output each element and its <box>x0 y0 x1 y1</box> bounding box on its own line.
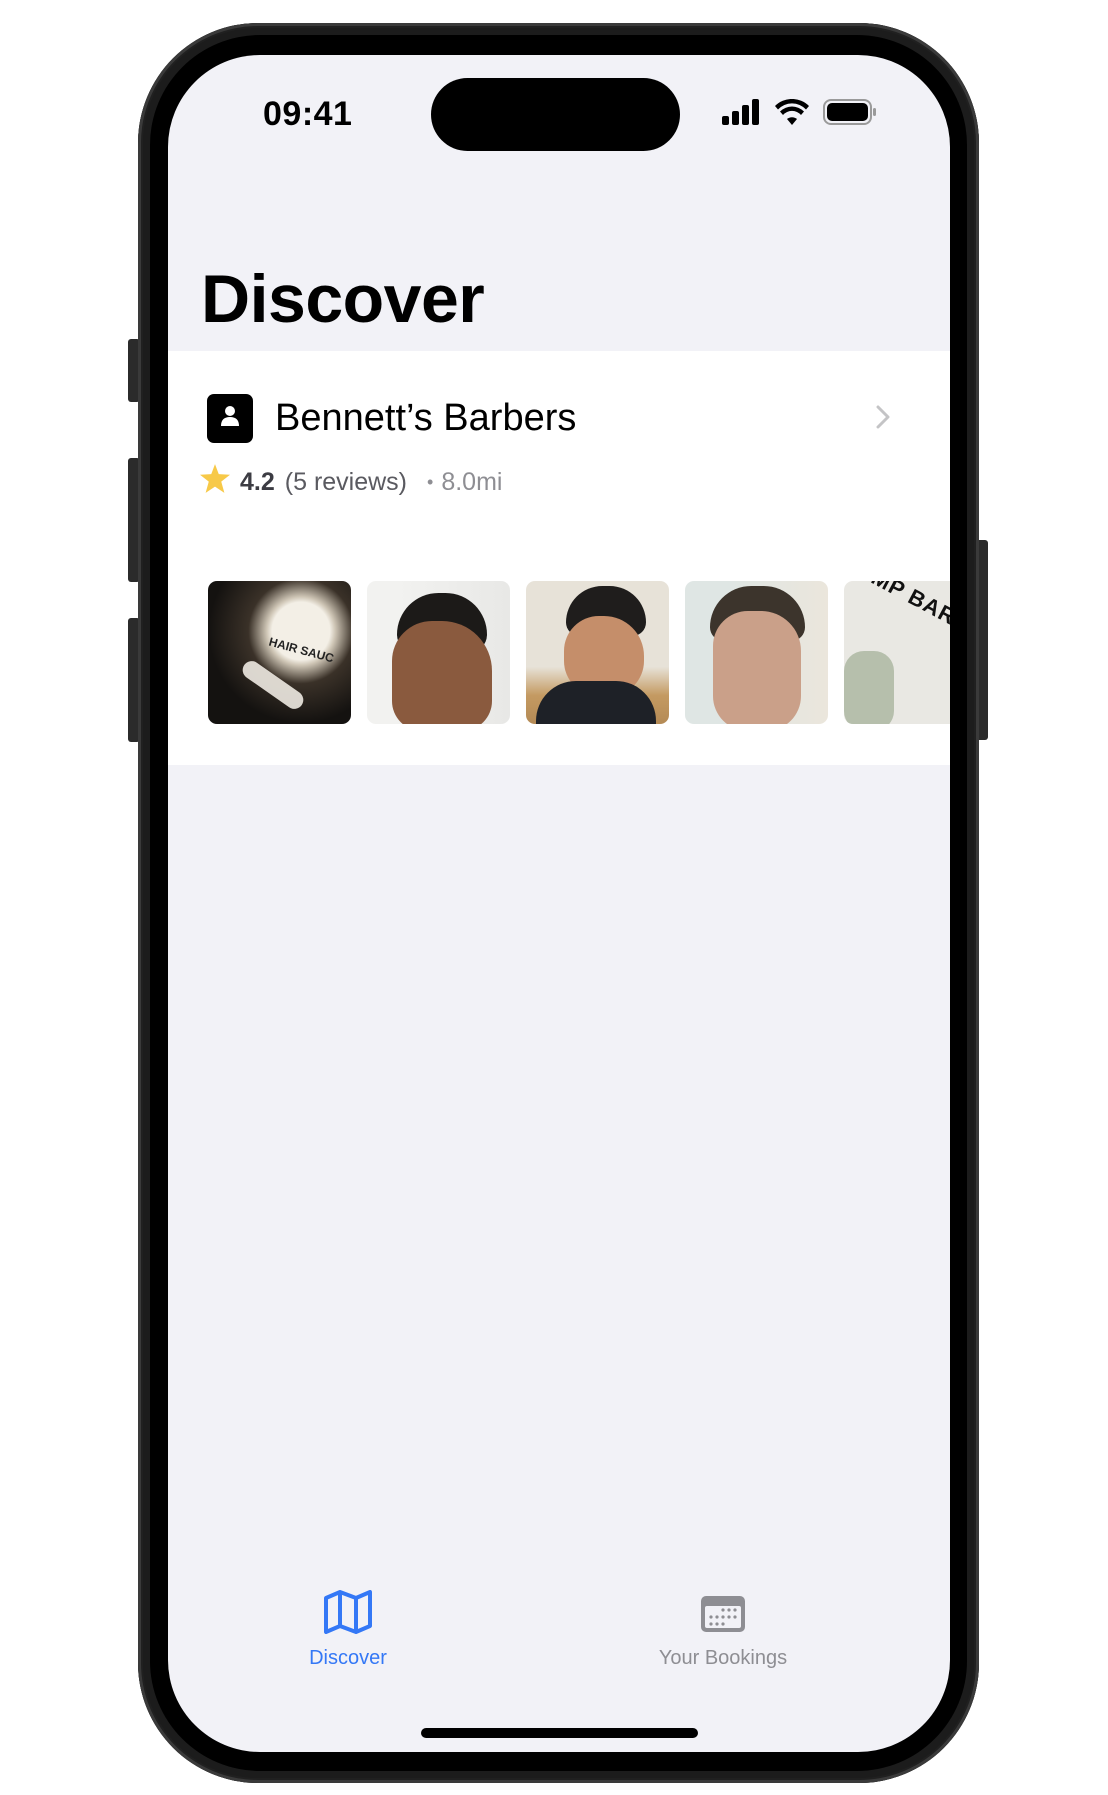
page-title: Discover <box>201 261 485 337</box>
tab-label: Your Bookings <box>658 1647 788 1669</box>
home-indicator[interactable] <box>421 1728 698 1738</box>
rating-value: 4.2 <box>240 467 275 496</box>
calendar-icon <box>699 1590 747 1639</box>
shop-name[interactable]: Bennett’s Barbers <box>275 397 576 440</box>
status-time: 09:41 <box>263 95 353 133</box>
tab-your-bookings[interactable]: Your Bookings <box>623 1590 823 1670</box>
photo-thumbnail[interactable] <box>367 581 510 724</box>
person-icon <box>220 405 240 432</box>
distance: 8.0mi <box>441 467 503 496</box>
tab-label: Discover <box>309 1647 387 1669</box>
photo-thumbnail[interactable]: HAIR SAUC <box>208 581 351 724</box>
tab-bar: Discover Your Bookings <box>168 1585 950 1705</box>
map-icon <box>323 1590 373 1639</box>
shop-avatar <box>207 393 253 443</box>
chevron-right-icon[interactable] <box>876 405 890 434</box>
star-icon <box>200 464 230 500</box>
wifi-icon <box>775 98 809 130</box>
shop-meta: 4.2 (5 reviews) • 8.0mi <box>200 464 502 500</box>
photo-overlay-text: EMP BARBERS <box>854 581 950 661</box>
photo-carousel[interactable]: HAIR SAUC EMP BARBERS <box>208 581 950 724</box>
barber-listing-card[interactable]: Bennett’s Barbers 4.2 (5 reviews) • 8.0m… <box>168 351 950 765</box>
status-icons <box>721 98 877 130</box>
photo-thumbnail[interactable] <box>526 581 669 724</box>
tab-discover[interactable]: Discover <box>278 1590 418 1670</box>
cellular-signal-icon <box>721 99 761 130</box>
photo-overlay-text: HAIR SAUC <box>267 634 336 666</box>
screen: 09:41 Discover Bennett’s Barbers 4.2 (5 … <box>168 55 950 1752</box>
dynamic-island <box>431 78 680 151</box>
photo-thumbnail[interactable] <box>685 581 828 724</box>
separator-dot: • <box>427 471 434 492</box>
shop-header-row[interactable]: Bennett’s Barbers <box>207 393 950 443</box>
review-count[interactable]: (5 reviews) <box>285 468 407 497</box>
battery-icon <box>823 99 877 130</box>
photo-thumbnail[interactable]: EMP BARBERS <box>844 581 950 724</box>
